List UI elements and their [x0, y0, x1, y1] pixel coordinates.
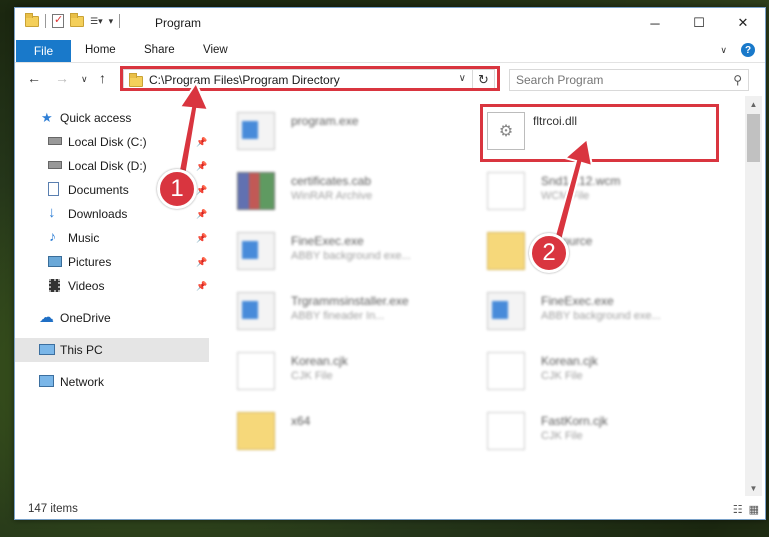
step-badge-1: 1	[157, 169, 197, 209]
step-badge-2: 2	[529, 233, 569, 273]
annotation-arrows	[174, 80, 594, 254]
